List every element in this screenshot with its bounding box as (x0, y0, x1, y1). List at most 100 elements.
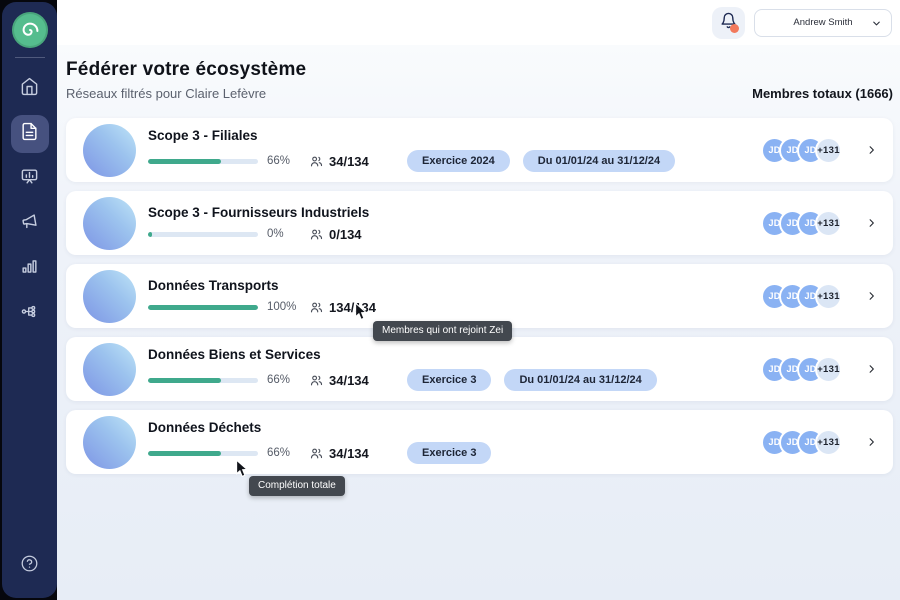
sidebar-item-home[interactable] (11, 70, 49, 108)
progress-bar (148, 378, 258, 383)
sidebar-divider (15, 57, 45, 58)
progress-label: 66% (267, 155, 305, 167)
page-title: Fédérer votre écosystème (66, 45, 893, 81)
progress-fill (148, 451, 221, 456)
badge: Du 01/01/24 au 31/12/24 (504, 369, 656, 391)
network-card[interactable]: Scope 3 - Filiales 66% 34/134 Exercice 2… (66, 118, 893, 182)
network-info: Scope 3 - Filiales 66% 34/134 Exercice 2… (148, 128, 675, 172)
network-avatar (83, 416, 136, 469)
avatar-group: JDJDJD+131 (761, 283, 842, 310)
members-count-group: 34/134 (309, 154, 393, 169)
progress-bar (148, 232, 258, 237)
network-card[interactable]: Données Déchets 66% 34/134 Exercice 3 JD… (66, 410, 893, 474)
tooltip-members-joined: Membres qui ont rejoint Zei (373, 321, 512, 341)
network-info: Données Biens et Services 66% 34/134 Exe… (148, 347, 657, 391)
avatar-overflow-count: +131 (815, 210, 842, 237)
sidebar (2, 2, 57, 598)
sidebar-item-dashboard[interactable] (11, 160, 49, 198)
members-count-group: 34/134 (309, 446, 393, 461)
sidebar-item-help[interactable] (11, 547, 49, 585)
sidebar-nav (11, 70, 49, 333)
network-avatar (83, 124, 136, 177)
badge-list: Exercice 3 (407, 442, 491, 464)
progress-label: 66% (267, 374, 305, 386)
network-avatar (83, 343, 136, 396)
chevron-right-icon[interactable] (864, 285, 879, 307)
progress-label: 100% (267, 301, 305, 313)
avatar-overflow-count: +131 (815, 137, 842, 164)
progress-bar (148, 159, 258, 164)
progress-label: 0% (267, 228, 305, 240)
progress-fill (148, 232, 152, 237)
progress-fill (148, 305, 258, 310)
badge: Du 01/01/24 au 31/12/24 (523, 150, 675, 172)
progress-fill (148, 159, 221, 164)
avatar-group: JDJDJD+131 (761, 137, 842, 164)
tooltip-completion: Complétion totale (249, 476, 345, 496)
members-count-group: 134/134 (309, 300, 393, 315)
avatar-overflow-count: +131 (815, 429, 842, 456)
members-icon (309, 373, 324, 388)
megaphone-icon (20, 212, 39, 236)
user-menu-button[interactable]: Andrew Smith (754, 9, 892, 37)
members-count: 34/134 (329, 373, 369, 388)
members-icon (309, 446, 324, 461)
members-icon (309, 300, 324, 315)
sidebar-item-statistics[interactable] (11, 250, 49, 288)
chevron-right-icon[interactable] (864, 431, 879, 453)
members-icon (309, 154, 324, 169)
badge: Exercice 3 (407, 369, 491, 391)
avatar-group: JDJDJD+131 (761, 429, 842, 456)
network-title: Scope 3 - Filiales (148, 128, 675, 143)
progress-bar (148, 305, 258, 310)
chevron-right-icon[interactable] (864, 212, 879, 234)
members-total-label: Membres totaux (1666) (752, 86, 893, 101)
network-icon (20, 302, 39, 326)
mouse-cursor-icon (354, 302, 369, 327)
network-avatar (83, 270, 136, 323)
bar-chart-icon (20, 257, 39, 281)
network-card[interactable]: Données Transports 100% 134/134 JDJDJD+1… (66, 264, 893, 328)
members-count-group: 0/134 (309, 227, 393, 242)
dashboard-icon (20, 167, 39, 191)
network-avatar (83, 197, 136, 250)
network-card[interactable]: Données Biens et Services 66% 34/134 Exe… (66, 337, 893, 401)
home-icon (20, 77, 39, 101)
page-subtitle: Réseaux filtrés pour Claire Lefèvre (66, 86, 266, 101)
network-title: Données Transports (148, 278, 407, 293)
progress-fill (148, 378, 221, 383)
chevron-right-icon[interactable] (864, 139, 879, 161)
members-count: 0/134 (329, 227, 362, 242)
chevron-right-icon[interactable] (864, 358, 879, 380)
zei-spiral-logo[interactable] (12, 12, 48, 48)
avatar-group: JDJDJD+131 (761, 210, 842, 237)
badge-list: Exercice 2024 Du 01/01/24 au 31/12/24 (407, 150, 675, 172)
avatar-overflow-count: +131 (815, 356, 842, 383)
network-title: Données Biens et Services (148, 347, 657, 362)
members-count-group: 34/134 (309, 373, 393, 388)
top-header: Andrew Smith (57, 0, 900, 45)
document-icon (20, 122, 39, 146)
members-count: 34/134 (329, 446, 369, 461)
sidebar-item-network[interactable] (11, 295, 49, 333)
help-icon (20, 554, 39, 578)
avatar-overflow-count: +131 (815, 283, 842, 310)
network-title: Scope 3 - Fournisseurs Industriels (148, 205, 407, 220)
notifications-button[interactable] (712, 7, 745, 39)
network-card[interactable]: Scope 3 - Fournisseurs Industriels 0% 0/… (66, 191, 893, 255)
mouse-cursor-icon (235, 459, 250, 484)
progress-label: 66% (267, 447, 305, 459)
badge: Exercice 3 (407, 442, 491, 464)
network-info: Scope 3 - Fournisseurs Industriels 0% 0/… (148, 205, 407, 242)
network-title: Données Déchets (148, 420, 491, 435)
members-count: 34/134 (329, 154, 369, 169)
avatar-group: JDJDJD+131 (761, 356, 842, 383)
badge-list: Exercice 3 Du 01/01/24 au 31/12/24 (407, 369, 657, 391)
sidebar-item-documents[interactable] (11, 115, 49, 153)
sidebar-item-announcements[interactable] (11, 205, 49, 243)
main-panel: Andrew Smith Fédérer votre écosystème Ré… (57, 0, 900, 600)
notification-dot (730, 24, 739, 33)
network-list: Scope 3 - Filiales 66% 34/134 Exercice 2… (66, 118, 893, 474)
progress-bar (148, 451, 258, 456)
badge: Exercice 2024 (407, 150, 510, 172)
